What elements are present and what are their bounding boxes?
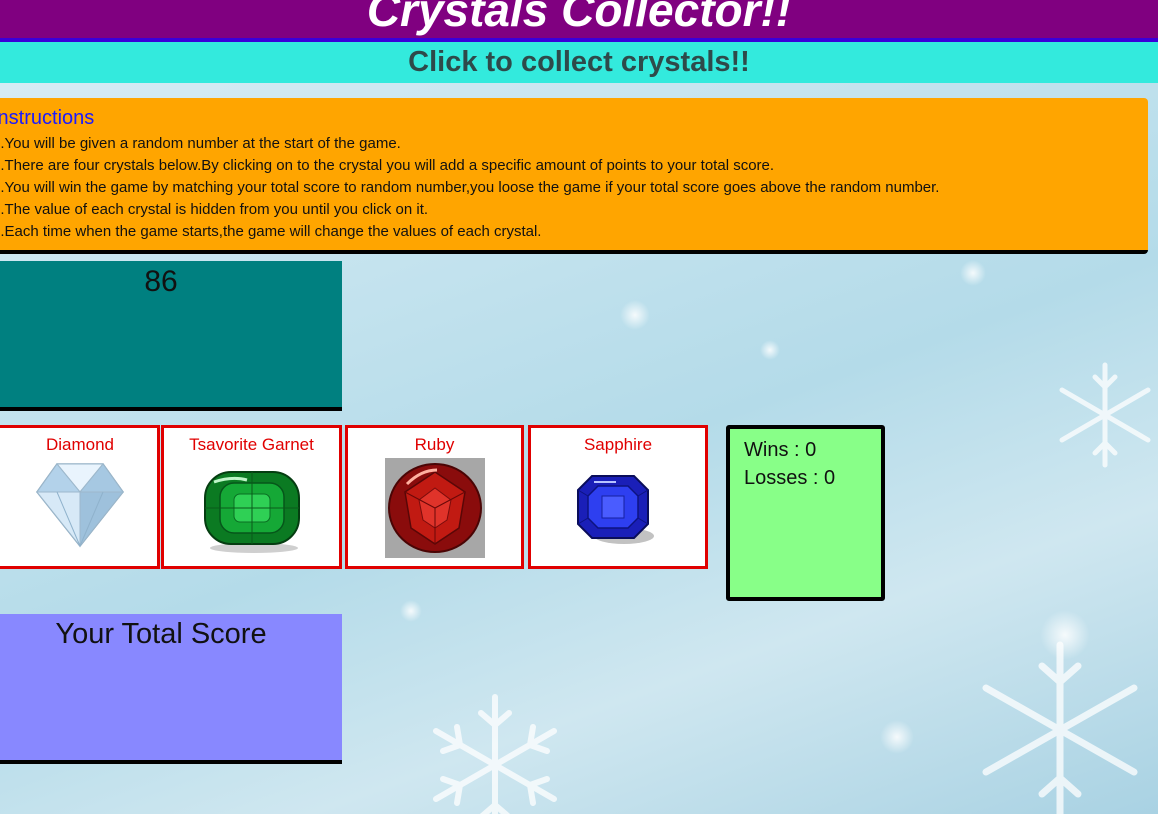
crystal-sapphire-button[interactable]: Sapphire: [528, 425, 708, 569]
game-title: Crystals Collector!!: [366, 0, 792, 36]
crystal-diamond-button[interactable]: Diamond: [0, 425, 160, 569]
instructions-title: Instructions: [0, 107, 95, 129]
tsavorite-garnet-icon: [203, 471, 300, 553]
snow-dot: [1040, 610, 1090, 660]
wins-count: Wins : 0: [744, 439, 817, 461]
crystal-name: Tsavorite Garnet: [189, 435, 314, 454]
crystal-tsavorite-garnet-button[interactable]: Tsavorite Garnet: [161, 425, 342, 569]
snow-dot: [620, 300, 650, 330]
crystal-name: Ruby: [414, 435, 455, 454]
total-score-label: Your Total Score: [55, 618, 267, 650]
instruction-line: 5.Each time when the game starts,the gam…: [0, 223, 542, 240]
crystal-name: Diamond: [45, 435, 115, 454]
random-number: 86: [144, 265, 178, 298]
instruction-line: 3.You will win the game by matching your…: [0, 179, 940, 196]
sapphire-icon: [577, 475, 654, 544]
snowflake-icon: [982, 641, 1138, 814]
total-score-box: Your Total Score: [0, 614, 342, 764]
instructions-panel: Instructions 1.You will be given a rando…: [0, 98, 1148, 254]
crystal-ruby-button[interactable]: Ruby: [345, 425, 524, 569]
game-subtitle: Click to collect crystals!!: [408, 46, 750, 78]
snow-dot: [960, 260, 986, 286]
snowflake-icon: [433, 694, 557, 814]
snow-dot: [400, 600, 422, 622]
snowflake-icon: [1059, 362, 1151, 468]
random-number-box: 86: [0, 261, 342, 411]
instruction-line: 2.There are four crystals below.By click…: [0, 157, 775, 174]
stats-panel: Wins : 0 Losses : 0: [726, 425, 885, 601]
snow-dot: [880, 720, 914, 754]
diamond-icon: [35, 463, 125, 548]
ruby-icon: [384, 458, 485, 558]
snow-dot: [760, 340, 780, 360]
title-bar: Crystals Collector!!: [0, 0, 1158, 42]
instruction-line: 4.The value of each crystal is hidden fr…: [0, 201, 429, 218]
subtitle-bar: Click to collect crystals!!: [0, 42, 1158, 83]
instruction-line: 1.You will be given a random number at t…: [0, 135, 401, 152]
crystal-name: Sapphire: [583, 435, 653, 454]
losses-count: Losses : 0: [744, 467, 836, 489]
